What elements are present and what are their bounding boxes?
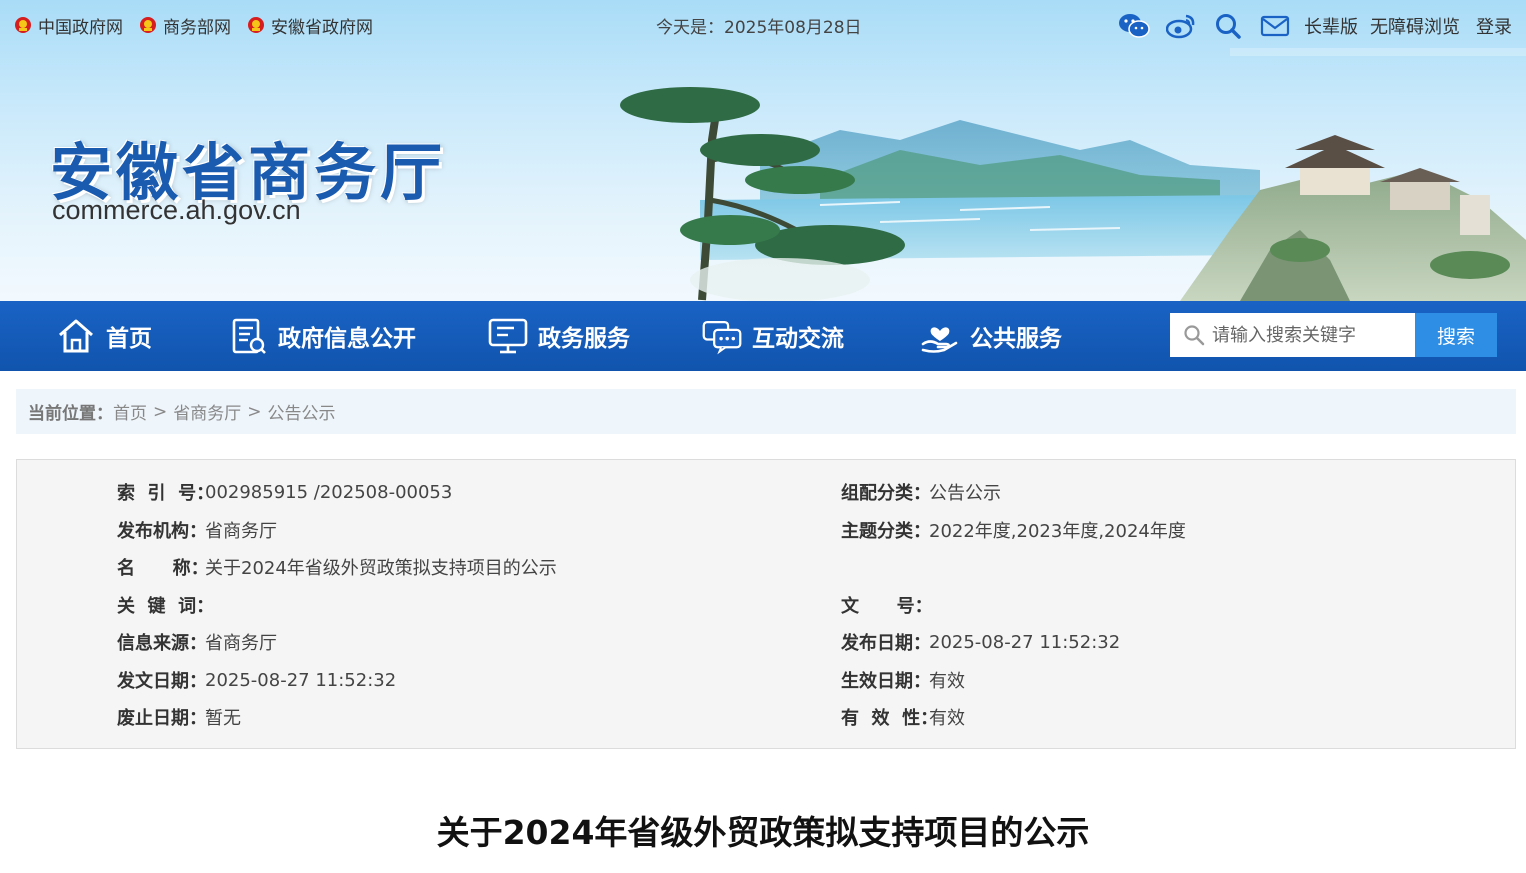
top-link-label: 安徽省政府网 — [271, 17, 373, 38]
elder-version-link[interactable]: 长辈版 — [1304, 13, 1358, 39]
wechat-icon[interactable] — [1117, 11, 1151, 41]
nav-label: 政务服务 — [538, 326, 630, 352]
top-link-mofcom[interactable]: 商务部网 — [139, 13, 231, 38]
search-input[interactable] — [1208, 315, 1408, 355]
nav-label: 公共服务 — [970, 326, 1062, 352]
info-value: 公告公示 — [929, 483, 1001, 504]
info-label: 主题分类： — [841, 521, 931, 542]
info-index: 索 引 号： 002985915 /202508-00053 — [117, 479, 452, 505]
national-emblem-icon — [140, 17, 156, 33]
info-value: 002985915 /202508-00053 — [205, 481, 453, 503]
info-value: 有效 — [929, 708, 965, 729]
national-emblem-icon — [248, 17, 264, 33]
top-link-ah-gov[interactable]: 安徽省政府网 — [247, 13, 373, 38]
info-name: 名 称： 关于2024年省级外贸政策拟支持项目的公示 — [117, 554, 557, 580]
breadcrumb-department[interactable]: 省商务厅 — [173, 399, 241, 424]
accessible-browse-link[interactable]: 无障碍浏览 — [1370, 13, 1460, 39]
chat-icon — [702, 316, 742, 356]
login-link[interactable]: 登录 — [1476, 13, 1512, 39]
info-value: 省商务厅 — [205, 521, 277, 542]
info-label: 索 引 号： — [117, 483, 215, 504]
info-label: 废止日期： — [117, 708, 207, 729]
info-category: 组配分类： 公告公示 — [841, 479, 1001, 505]
today-prefix: 今天是： — [656, 18, 724, 38]
breadcrumb: 当前位置： 首页 > 省商务厅 > 公告公示 — [16, 389, 1516, 434]
info-doc-number: 文 号： — [841, 592, 933, 618]
info-keywords: 关 键 词： — [117, 592, 215, 618]
top-link-gov-cn[interactable]: 中国政府网 — [14, 13, 123, 38]
nav-item-gov-service[interactable]: 政务服务 — [488, 301, 630, 371]
mail-icon[interactable] — [1258, 11, 1292, 41]
document-list-icon — [228, 316, 268, 356]
info-value: 关于2024年省级外贸政策拟支持项目的公示 — [205, 558, 557, 579]
monitor-icon — [488, 316, 528, 356]
nav-label: 互动交流 — [752, 326, 844, 352]
nav-label: 政府信息公开 — [278, 326, 416, 352]
article-title: 关于2024年省级外贸政策拟支持项目的公示 — [436, 813, 1090, 852]
document-info-table: 索 引 号： 002985915 /202508-00053 发布机构： 省商务… — [16, 459, 1516, 749]
info-repeal-date: 废止日期： 暂无 — [117, 704, 241, 730]
info-topic: 主题分类： 2022年度,2023年度,2024年度 — [841, 517, 1186, 543]
info-value: 2025-08-27 11:52:32 — [205, 669, 397, 691]
today-date: 今天是：2025年08月28日 — [656, 13, 862, 38]
info-label: 发布机构： — [117, 521, 207, 542]
info-validity: 有 效 性： 有效 — [841, 704, 965, 730]
info-effective-date: 生效日期： 有效 — [841, 667, 965, 693]
top-links: 中国政府网 商务部网 安徽省政府网 — [14, 13, 389, 38]
info-label: 组配分类： — [841, 483, 931, 504]
info-publisher: 发布机构： 省商务厅 — [117, 517, 277, 543]
breadcrumb-label: 当前位置： — [28, 404, 113, 424]
breadcrumb-separator: > — [247, 401, 262, 422]
info-label: 文 号： — [841, 596, 933, 617]
info-label: 发布日期： — [841, 633, 931, 654]
home-icon — [56, 316, 96, 356]
top-link-label: 中国政府网 — [38, 17, 123, 38]
hand-heart-icon — [920, 316, 960, 356]
info-label: 有 效 性： — [841, 708, 939, 729]
breadcrumb-separator: > — [153, 401, 168, 422]
breadcrumb-announcements[interactable]: 公告公示 — [268, 399, 336, 424]
info-value: 2025-08-27 11:52:32 — [929, 631, 1121, 653]
info-issue-date: 发文日期： 2025-08-27 11:52:32 — [117, 667, 396, 693]
search-button[interactable]: 搜索 — [1415, 313, 1497, 357]
info-publish-date: 发布日期： 2025-08-27 11:52:32 — [841, 629, 1120, 655]
search-icon[interactable] — [1211, 11, 1245, 41]
today-value: 2025年08月28日 — [724, 18, 862, 38]
site-domain: commerce.ah.gov.cn — [52, 195, 301, 225]
info-label: 发文日期： — [117, 671, 207, 692]
nav-item-interaction[interactable]: 互动交流 — [702, 301, 844, 371]
weibo-icon[interactable] — [1164, 11, 1198, 41]
header-banner: 中国政府网 商务部网 安徽省政府网 今天是：2025年08月28日 长辈版 无障… — [0, 0, 1526, 301]
info-source: 信息来源： 省商务厅 — [117, 629, 277, 655]
search-box — [1170, 313, 1416, 357]
info-value: 暂无 — [205, 708, 241, 729]
national-emblem-icon — [15, 17, 31, 33]
info-label: 生效日期： — [841, 671, 931, 692]
nav-label: 首页 — [106, 326, 152, 352]
nav-item-home[interactable]: 首页 — [56, 301, 152, 371]
info-label: 关 键 词： — [117, 596, 215, 617]
info-label: 名 称： — [117, 558, 209, 579]
header-tools: 长辈版 无障碍浏览 登录 — [1104, 10, 1512, 42]
info-label: 信息来源： — [117, 633, 207, 654]
breadcrumb-home[interactable]: 首页 — [113, 399, 147, 424]
nav-item-gov-info[interactable]: 政府信息公开 — [228, 301, 416, 371]
info-value: 有效 — [929, 671, 965, 692]
top-link-label: 商务部网 — [163, 17, 231, 38]
nav-item-public-service[interactable]: 公共服务 — [920, 301, 1062, 371]
search-icon — [1180, 321, 1208, 349]
info-value: 2022年度,2023年度,2024年度 — [929, 521, 1186, 542]
info-value: 省商务厅 — [205, 633, 277, 654]
